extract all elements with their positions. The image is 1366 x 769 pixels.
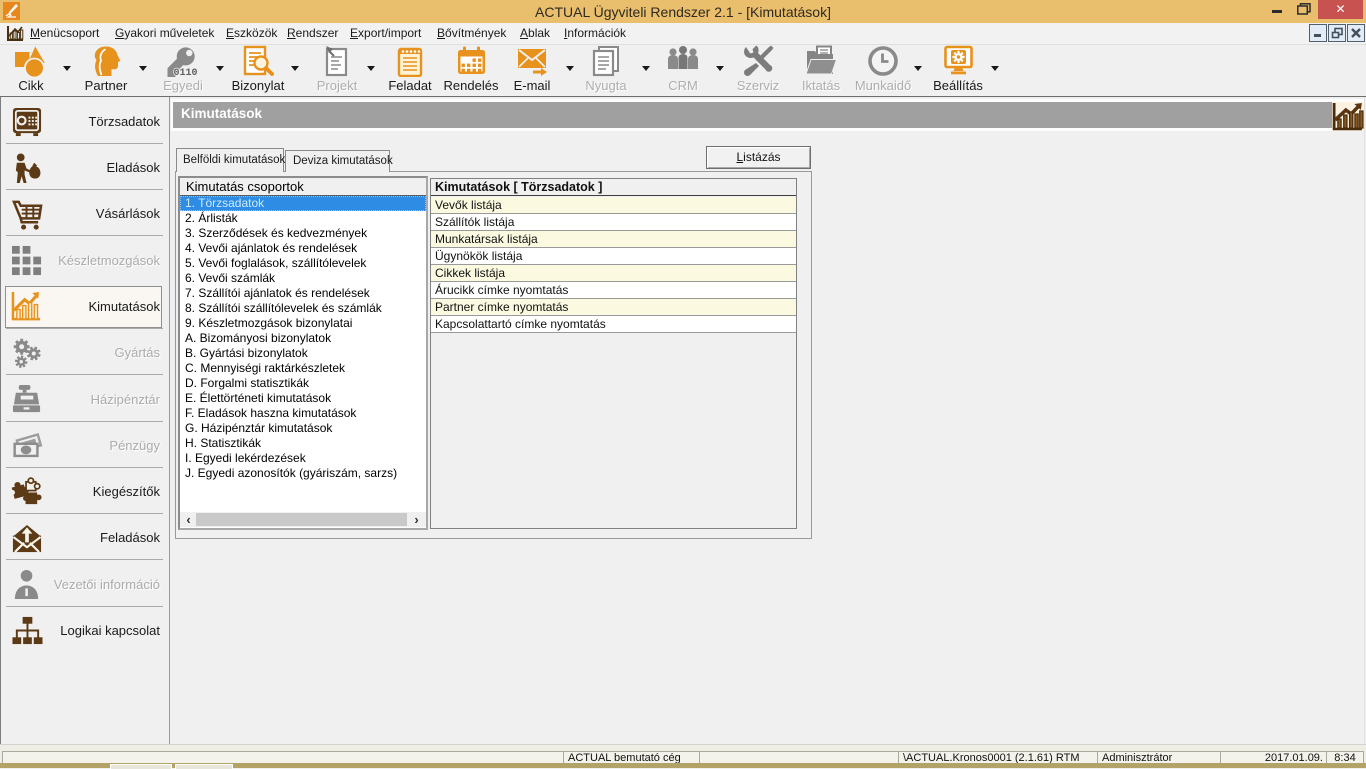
svg-text:0110: 0110 — [173, 68, 197, 77]
